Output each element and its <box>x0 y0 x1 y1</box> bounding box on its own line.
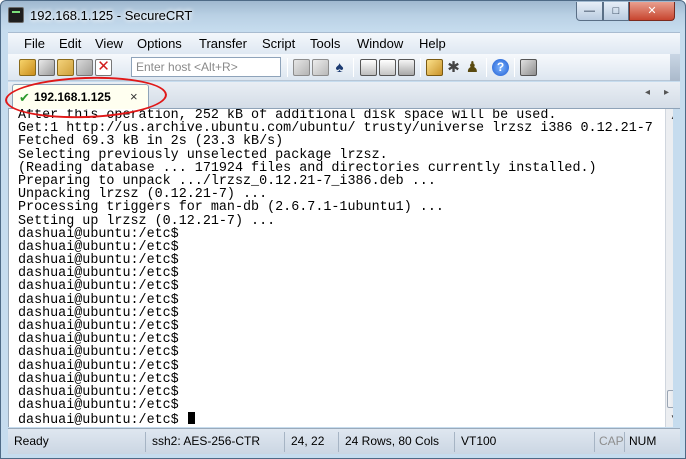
window-title: 192.168.1.125 - SecureCRT <box>30 8 193 23</box>
menu-tools[interactable]: Tools <box>310 36 340 51</box>
toolbar-separator <box>353 58 354 77</box>
menu-edit[interactable]: Edit <box>59 36 81 51</box>
terminal-line: Setting up lrzsz (0.12.21-7) ... <box>18 213 276 229</box>
status-cursor-position: 24, 22 <box>287 432 339 452</box>
session-tab-strip: ✔ 192.168.1.125 × ◂ ▸ <box>8 82 680 109</box>
connect-icon[interactable] <box>19 59 36 76</box>
menu-help[interactable]: Help <box>419 36 446 51</box>
terminal-cursor <box>187 412 195 425</box>
host-input[interactable] <box>131 57 281 77</box>
scroll-down-icon[interactable]: ▼ <box>666 410 673 426</box>
status-num-lock: NUM <box>629 434 657 448</box>
title-bar[interactable]: 192.168.1.125 - SecureCRT — □ ✕ <box>1 1 685 31</box>
toolbar-separator <box>514 58 515 77</box>
securecrt-app-icon <box>8 7 24 23</box>
status-caps-lock: CAP <box>595 432 625 452</box>
menu-script[interactable]: Script <box>262 36 295 51</box>
maximize-button[interactable]: □ <box>603 2 629 21</box>
minimize-button[interactable]: — <box>576 2 603 21</box>
menu-bar: File Edit View Options Transfer Script T… <box>8 32 680 54</box>
menu-view[interactable]: View <box>95 36 123 51</box>
toolbar-separator <box>287 58 288 77</box>
status-bar: Ready ssh2: AES-256-CTR 24, 22 24 Rows, … <box>8 428 680 454</box>
toolbar: ✕ ♠ ✱ ♟ ? <box>8 54 680 81</box>
disconnect-icon[interactable]: ✕ <box>95 59 112 76</box>
toolbar-overflow-handle[interactable] <box>670 54 680 81</box>
tab-close-icon[interactable]: × <box>130 89 138 104</box>
toolbar-separator <box>486 58 487 77</box>
status-emulation: VT100 <box>457 432 595 452</box>
print-setup-icon[interactable] <box>398 59 415 76</box>
print-selection-icon[interactable] <box>379 59 396 76</box>
menu-window[interactable]: Window <box>357 36 403 51</box>
menu-options[interactable]: Options <box>137 36 182 51</box>
toolbar-separator <box>420 58 421 77</box>
terminal-view[interactable]: After this operation, 252 kB of addition… <box>8 109 673 427</box>
terminal-line: dashuai@ubuntu:/etc$ <box>18 292 179 308</box>
terminal-line: dashuai@ubuntu:/etc$ <box>18 412 656 426</box>
print-icon[interactable] <box>360 59 377 76</box>
status-cipher: ssh2: AES-256-CTR <box>148 432 285 452</box>
sftp-icon[interactable] <box>520 59 537 76</box>
scrollbar-thumb[interactable] <box>667 390 673 408</box>
menu-transfer[interactable]: Transfer <box>199 36 247 51</box>
terminal-line: dashuai@ubuntu:/etc$ <box>18 226 179 242</box>
check-icon: ✔ <box>19 90 30 105</box>
session-tab-label: 192.168.1.125 <box>34 90 111 104</box>
paste-icon[interactable] <box>312 59 329 76</box>
terminal-line: dashuai@ubuntu:/etc$ <box>18 358 179 374</box>
close-button[interactable]: ✕ <box>629 2 675 21</box>
terminal-line: Selecting previously unselected package … <box>18 147 388 163</box>
terminal-line: Fetched 69.3 kB in 2s (23.3 kB/s) <box>18 134 284 150</box>
terminal-output: After this operation, 252 kB of addition… <box>18 109 656 426</box>
menu-file[interactable]: File <box>24 36 45 51</box>
status-ready: Ready <box>10 432 146 452</box>
securecrt-window: 192.168.1.125 - SecureCRT — □ ✕ File Edi… <box>0 0 686 459</box>
global-options-icon[interactable]: ✱ <box>445 59 462 76</box>
find-icon[interactable]: ♠ <box>331 59 348 76</box>
terminal-line: dashuai@ubuntu:/etc$ <box>18 345 179 361</box>
session-options-icon[interactable] <box>426 59 443 76</box>
terminal-line: (Reading database ... 171924 files and d… <box>18 160 597 176</box>
terminal-line: dashuai@ubuntu:/etc$ <box>18 279 179 295</box>
keymap-icon[interactable]: ♟ <box>464 59 481 76</box>
quick-connect-icon[interactable] <box>38 59 55 76</box>
tab-scroll-left-icon[interactable]: ◂ <box>645 87 650 98</box>
scroll-up-icon[interactable]: ▲ <box>666 109 673 125</box>
terminal-line: Processing triggers for man-db (2.6.7.1-… <box>18 200 444 216</box>
terminal-line: dashuai@ubuntu:/etc$ <box>18 371 179 387</box>
terminal-line: dashuai@ubuntu:/etc$ <box>18 398 179 414</box>
session-tab[interactable]: ✔ 192.168.1.125 × <box>12 84 149 109</box>
tab-scroll-right-icon[interactable]: ▸ <box>664 87 669 98</box>
status-dimensions: 24 Rows, 80 Cols <box>341 432 455 452</box>
reconnect-icon[interactable] <box>76 59 93 76</box>
help-icon[interactable]: ? <box>492 59 509 76</box>
connect-in-tab-icon[interactable] <box>57 59 74 76</box>
copy-icon[interactable] <box>293 59 310 76</box>
vertical-scrollbar[interactable]: ▲ ▼ <box>665 109 673 427</box>
